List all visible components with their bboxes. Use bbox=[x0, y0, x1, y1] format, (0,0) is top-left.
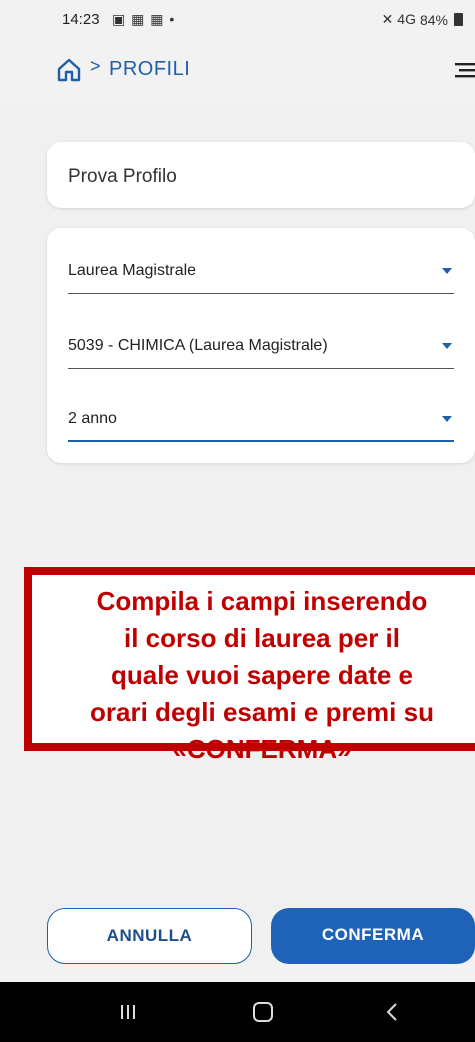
course-selection-card: Laurea Magistrale 5039 - CHIMICA (Laurea… bbox=[47, 228, 475, 463]
instruction-callout: Compila i campi inserendo il corso di la… bbox=[24, 567, 475, 764]
app-bar: > PROFILI bbox=[0, 40, 475, 102]
year-select[interactable]: 2 anno bbox=[68, 398, 454, 442]
battery-percent: 84% bbox=[419, 11, 448, 28]
confirm-button[interactable]: CONFERMA bbox=[271, 908, 475, 964]
signal-icon: ✕ 4G bbox=[381, 11, 416, 27]
dropdown-arrow-icon bbox=[442, 268, 452, 274]
year-value: 2 anno bbox=[68, 410, 117, 427]
system-nav-bar bbox=[0, 982, 475, 1042]
profile-name-field[interactable]: Prova Profilo bbox=[47, 142, 475, 208]
breadcrumb-separator: > bbox=[90, 56, 101, 76]
back-icon[interactable] bbox=[385, 1002, 399, 1022]
battery-icon bbox=[454, 13, 463, 26]
nav-home-icon[interactable] bbox=[253, 1002, 273, 1022]
status-indicators: ✕ 4G 84% bbox=[382, 11, 463, 28]
status-time: 14:23 bbox=[62, 11, 100, 28]
notification-icons: ▣ ▦ ▦ • bbox=[112, 11, 176, 27]
menu-icon[interactable] bbox=[455, 62, 475, 78]
main-content: Prova Profilo Laurea Magistrale 5039 - C… bbox=[0, 102, 475, 962]
instruction-text: Compila i campi inserendo il corso di la… bbox=[90, 586, 434, 764]
degree-type-select[interactable]: Laurea Magistrale bbox=[68, 250, 454, 294]
degree-type-value: Laurea Magistrale bbox=[68, 262, 197, 279]
course-value: 5039 - CHIMICA (Laurea Magistrale) bbox=[68, 337, 328, 354]
profile-name-value: Prova Profilo bbox=[68, 166, 177, 187]
page-title: PROFILI bbox=[109, 58, 191, 80]
cancel-button[interactable]: ANNULLA bbox=[47, 908, 252, 964]
home-icon[interactable] bbox=[56, 57, 82, 83]
dropdown-arrow-icon bbox=[442, 416, 452, 422]
course-select[interactable]: 5039 - CHIMICA (Laurea Magistrale) bbox=[68, 325, 454, 369]
dropdown-arrow-icon bbox=[442, 343, 452, 349]
recent-apps-icon[interactable] bbox=[119, 1004, 137, 1020]
status-bar: 14:23 ▣ ▦ ▦ • ✕ 4G 84% bbox=[0, 0, 475, 40]
